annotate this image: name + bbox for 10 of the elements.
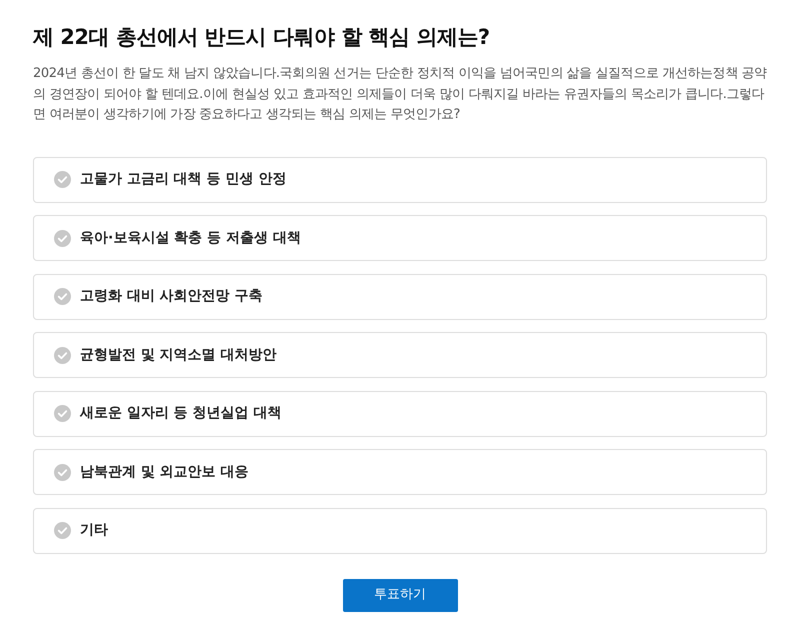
vote-button[interactable]: 투표하기 bbox=[342, 578, 458, 612]
poll-option[interactable]: 새로운 일자리 등 청년실업 대책 bbox=[33, 390, 767, 436]
poll-option[interactable]: 고령화 대비 사회안전망 구축 bbox=[33, 274, 767, 320]
poll-option[interactable]: 남북관계 및 외교안보 대응 bbox=[33, 449, 767, 495]
poll-option[interactable]: 육아·보육시설 확충 등 저출생 대책 bbox=[33, 215, 767, 261]
poll-description: 2024년 총선이 한 달도 채 남지 않았습니다.국회의원 선거는 단순한 정치적 이익을 넘어국민의 삶을 실질적으로 개선하는정책 공약의 경연장이 되어야 할 텐데요.이에 현실성 있고 효과적인 의제들이 더욱 많이 다뤄지길 바라는 유권자들의 목소리가 큽니다.그렇다면 여러분이 생각하기에 가장 중요하다고 생각되는 핵심 의제는 무엇인가요? bbox=[33, 65, 767, 124]
poll-option[interactable]: 고물가 고금리 대책 등 민생 안정 bbox=[33, 156, 767, 202]
poll-option[interactable]: 기타 bbox=[33, 508, 767, 554]
poll-title: 제 22대 총선에서 반드시 다뤄야 할 핵심 의제는? bbox=[33, 24, 491, 51]
poll-option[interactable]: 균형발전 및 지역소멸 대처방안 bbox=[33, 332, 767, 378]
